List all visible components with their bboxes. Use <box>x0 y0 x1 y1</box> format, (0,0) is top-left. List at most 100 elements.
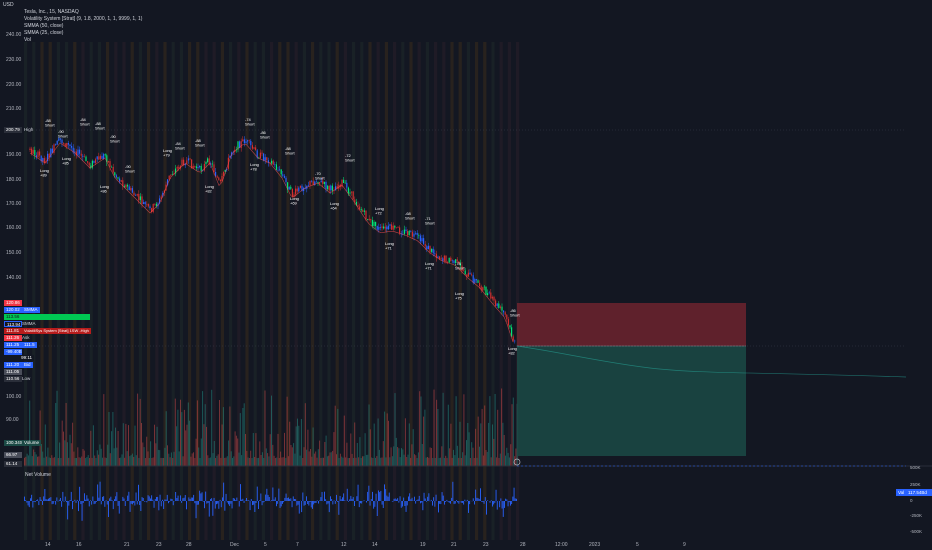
volume-bar <box>454 455 456 466</box>
net-volume-bar <box>184 495 186 501</box>
volume-bar <box>456 445 458 466</box>
volume-bar <box>234 431 236 466</box>
volume-bar <box>442 392 444 466</box>
candle-body <box>80 153 82 156</box>
volume-bar <box>99 444 101 466</box>
volume-bar <box>202 391 204 466</box>
net-volume-bar <box>297 501 299 505</box>
net-volume-bar <box>48 498 49 501</box>
net-volume-bar <box>340 499 342 501</box>
candle-body <box>186 160 188 164</box>
volume-bar <box>156 426 158 466</box>
volume-bar <box>345 457 347 466</box>
indicator-volatility[interactable]: Volatility System [Strat] (9, 1.8, 2000,… <box>24 16 142 22</box>
indicator-volume[interactable]: Vol <box>24 37 31 43</box>
volume-bar <box>134 425 136 466</box>
volume-bar <box>471 442 473 466</box>
volume-bar <box>48 457 50 466</box>
net-volume-bar <box>344 500 346 501</box>
candle-body <box>439 256 441 259</box>
volume-bar <box>311 456 313 466</box>
volume-bar <box>375 457 376 466</box>
net-volume-bar <box>398 501 400 503</box>
net-volume-bar <box>424 498 426 501</box>
strat-label: VolatiliSys System [Strat] 1SW -High <box>22 328 91 334</box>
candle-body <box>431 248 433 252</box>
volume-bar <box>306 449 308 466</box>
net-volume-bar <box>268 497 270 501</box>
net-volume-bar <box>96 501 97 502</box>
volume-bar <box>235 435 237 466</box>
net-volume-title[interactable]: Net Volume <box>25 472 51 478</box>
net-volume-bar <box>158 501 160 511</box>
net-volume-bar <box>279 501 281 508</box>
net-volume-bar <box>73 501 75 502</box>
volume-bar <box>146 436 148 466</box>
price-tick: 220.00 <box>6 82 22 88</box>
volume-bar <box>384 411 386 466</box>
volume-bar <box>152 457 154 466</box>
chart-canvas[interactable]: -88 Short -90 Short -84 Short Long +89 Long +85 -8… <box>0 0 932 550</box>
volume-bar <box>316 457 318 466</box>
trade-label: Long +78 <box>250 162 259 172</box>
volume-bar <box>27 455 29 466</box>
volume-bar <box>216 455 218 466</box>
candle-body <box>320 180 322 183</box>
net-volume-bar <box>435 494 437 501</box>
candle-body <box>197 167 199 169</box>
volume-bar <box>363 456 365 466</box>
volume-bar <box>510 444 512 466</box>
net-volume-bar <box>332 501 334 505</box>
series-title[interactable]: Tesla, Inc., 15, NASDAQ <box>24 9 79 15</box>
volume-bar <box>203 424 205 466</box>
net-volume-bar <box>249 501 251 511</box>
net-volume-bar <box>238 501 240 507</box>
net-volume-bar <box>334 501 336 504</box>
volume-bar <box>189 420 191 466</box>
net-volume-bar <box>138 484 139 501</box>
net-volume-bar <box>76 499 78 501</box>
volume-bar <box>445 455 447 466</box>
candle-body <box>195 166 197 169</box>
volume-bar <box>221 424 223 466</box>
chart-window[interactable]: -88 Short -90 Short -84 Short Long +89 Long +85 -8… <box>0 0 932 550</box>
indicator-smma-25[interactable]: SMMA (25, close) <box>24 30 63 36</box>
net-volume-bar <box>447 501 449 502</box>
indicator-smma-50[interactable]: SMMA (50, close) <box>24 23 63 29</box>
volume-bar <box>402 449 404 466</box>
volume-bar <box>195 438 197 466</box>
volume-bar <box>277 433 279 466</box>
candle-body <box>34 150 36 156</box>
candle-body <box>155 203 157 207</box>
candle-body <box>416 232 418 236</box>
volume-bar <box>492 424 493 466</box>
net-volume-bar <box>426 501 427 502</box>
candle-body <box>391 224 393 230</box>
volume-bar <box>407 454 409 466</box>
net-volume-bar <box>375 493 377 501</box>
net-volume-bar <box>45 499 47 501</box>
candle-body <box>423 238 425 244</box>
trade-label: -88 Short <box>45 118 55 128</box>
volume-bar <box>111 431 113 466</box>
net-volume-bar <box>171 499 173 501</box>
volume-bar <box>232 458 233 466</box>
candle-body <box>479 282 481 287</box>
net-volume-bar <box>399 496 401 501</box>
volume-bar <box>486 451 488 466</box>
candle-body <box>432 248 434 254</box>
net-volume-bar <box>103 496 105 501</box>
candle-body <box>309 180 311 186</box>
net-volume-bar <box>112 501 114 510</box>
net-volume-bar <box>274 497 276 501</box>
net-volume-bar <box>151 495 153 501</box>
time-tick: 21 <box>451 542 457 548</box>
volume-bar <box>222 407 224 466</box>
volume-bar <box>255 433 257 466</box>
net-volume-bar <box>441 492 443 501</box>
volume-bar <box>172 458 174 466</box>
candle-body <box>295 188 297 195</box>
net-volume-bar <box>434 501 436 507</box>
net-volume-bar <box>49 497 51 501</box>
net-volume-bar <box>38 501 40 506</box>
